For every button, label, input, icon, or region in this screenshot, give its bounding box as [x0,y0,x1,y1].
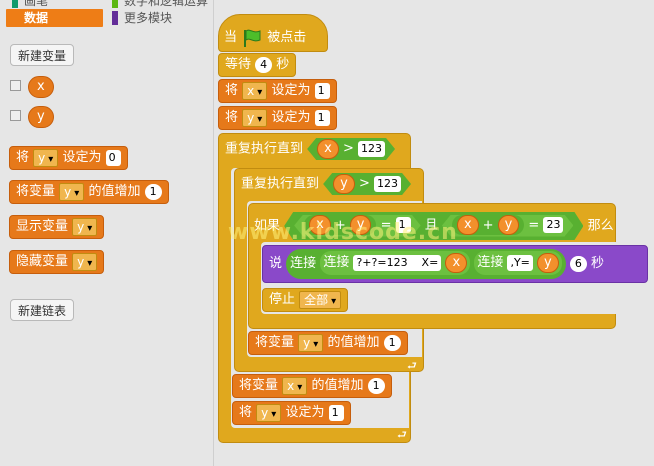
category-data[interactable]: 数据 [6,9,103,27]
variable-dropdown[interactable]: y [72,217,98,236]
variable-x-checkbox[interactable] [10,80,21,91]
variable-x-reporter[interactable]: x [445,252,468,273]
join-operator[interactable]: 连接 ,Y= y [474,251,562,275]
value-input[interactable]: 23 [543,217,563,233]
variable-x-reporter[interactable]: x [317,139,339,159]
variable-y-reporter[interactable]: y [333,174,355,194]
change-variable-block[interactable]: 将变量 y 的值增加 1 [9,180,169,204]
join-operator[interactable]: 连接 ?+?=123 X= x [320,251,471,275]
variable-y-checkbox[interactable] [10,110,21,121]
variable-y-reporter[interactable]: y [498,215,520,235]
block-palette: 画笔 数字和逻辑运算 数据 更多模块 新建变量 x y 将 y 设定为 0 将变… [0,0,214,466]
watermark: www.kidscode.cn [228,220,458,245]
loop-arrow-icon: ⮐ [397,428,407,441]
variable-dropdown[interactable]: y [242,108,268,127]
add-operator[interactable]: x + y [452,215,524,235]
variable-dropdown[interactable]: x [282,376,308,395]
variable-dropdown[interactable]: x [242,81,268,100]
set-x-block[interactable]: 将 x 设定为 1 [218,79,337,103]
value-input[interactable]: 123 [374,176,401,192]
variable-dropdown[interactable]: y [298,333,324,352]
stop-option-dropdown[interactable]: 全部 [299,290,342,309]
value-input[interactable]: 1 [314,109,330,126]
variable-dropdown[interactable]: y [72,252,98,271]
value-input[interactable]: 1 [328,404,344,421]
new-variable-button[interactable]: 新建变量 [10,44,75,66]
stop-block[interactable]: 停止 全部 [262,288,349,312]
join-operator[interactable]: 连接 连接 ?+?=123 X= x 连接 ,Y= y [286,248,566,279]
variable-y-reporter[interactable]: y [28,106,54,128]
say-for-secs-block[interactable]: 说 连接 连接 ?+?=123 X= x 连接 ,Y= y 6 秒 [262,245,648,283]
loop-arrow-icon: ⮐ [407,359,417,372]
variable-y-reporter[interactable]: y [537,252,559,273]
category-color-swatch [112,0,118,8]
category-color-swatch [12,0,18,8]
hide-variable-block[interactable]: 隐藏变量 y [9,250,105,274]
variable-dropdown[interactable]: y [256,403,282,422]
show-variable-block[interactable]: 显示变量 y [9,215,105,239]
value-input[interactable]: 0 [105,149,121,166]
variable-x-reporter[interactable]: x [28,76,54,98]
green-flag-icon [244,29,261,47]
say-seconds-input[interactable]: 6 [569,255,587,272]
variable-dropdown[interactable]: y [33,148,59,167]
change-y-block[interactable]: 将变量 y 的值增加 1 [248,331,408,355]
variable-x-reporter[interactable]: x [457,215,479,235]
value-input[interactable]: 1 [314,82,330,99]
sum-equals-condition[interactable]: x + y = 23 [442,215,574,237]
set-y-block[interactable]: 将 y 设定为 1 [218,106,337,130]
category-list: 画笔 数字和逻辑运算 数据 更多模块 [0,0,213,34]
text-input[interactable]: ?+?=123 X= [353,254,442,271]
set-variable-block[interactable]: 将 y 设定为 0 [9,146,128,170]
when-flag-clicked-hat[interactable]: 当 被点击 [218,14,328,52]
variable-dropdown[interactable]: y [59,182,85,201]
value-input[interactable]: 123 [358,141,385,157]
text-input[interactable]: ,Y= [507,254,533,271]
new-list-button[interactable]: 新建链表 [10,299,75,321]
wait-block[interactable]: 等待 4 秒 [218,53,297,77]
set-y-block[interactable]: 将 y 设定为 1 [232,401,351,425]
change-x-block[interactable]: 将变量 x 的值增加 1 [232,374,392,398]
category-color-swatch [112,11,118,25]
condition-y-greater[interactable]: y > 123 [323,173,411,195]
value-input[interactable]: 1 [144,183,162,200]
value-input[interactable]: 1 [367,377,385,394]
wait-seconds-input[interactable]: 4 [255,56,273,73]
condition-x-greater[interactable]: x > 123 [307,138,395,160]
value-input[interactable]: 1 [383,334,401,351]
